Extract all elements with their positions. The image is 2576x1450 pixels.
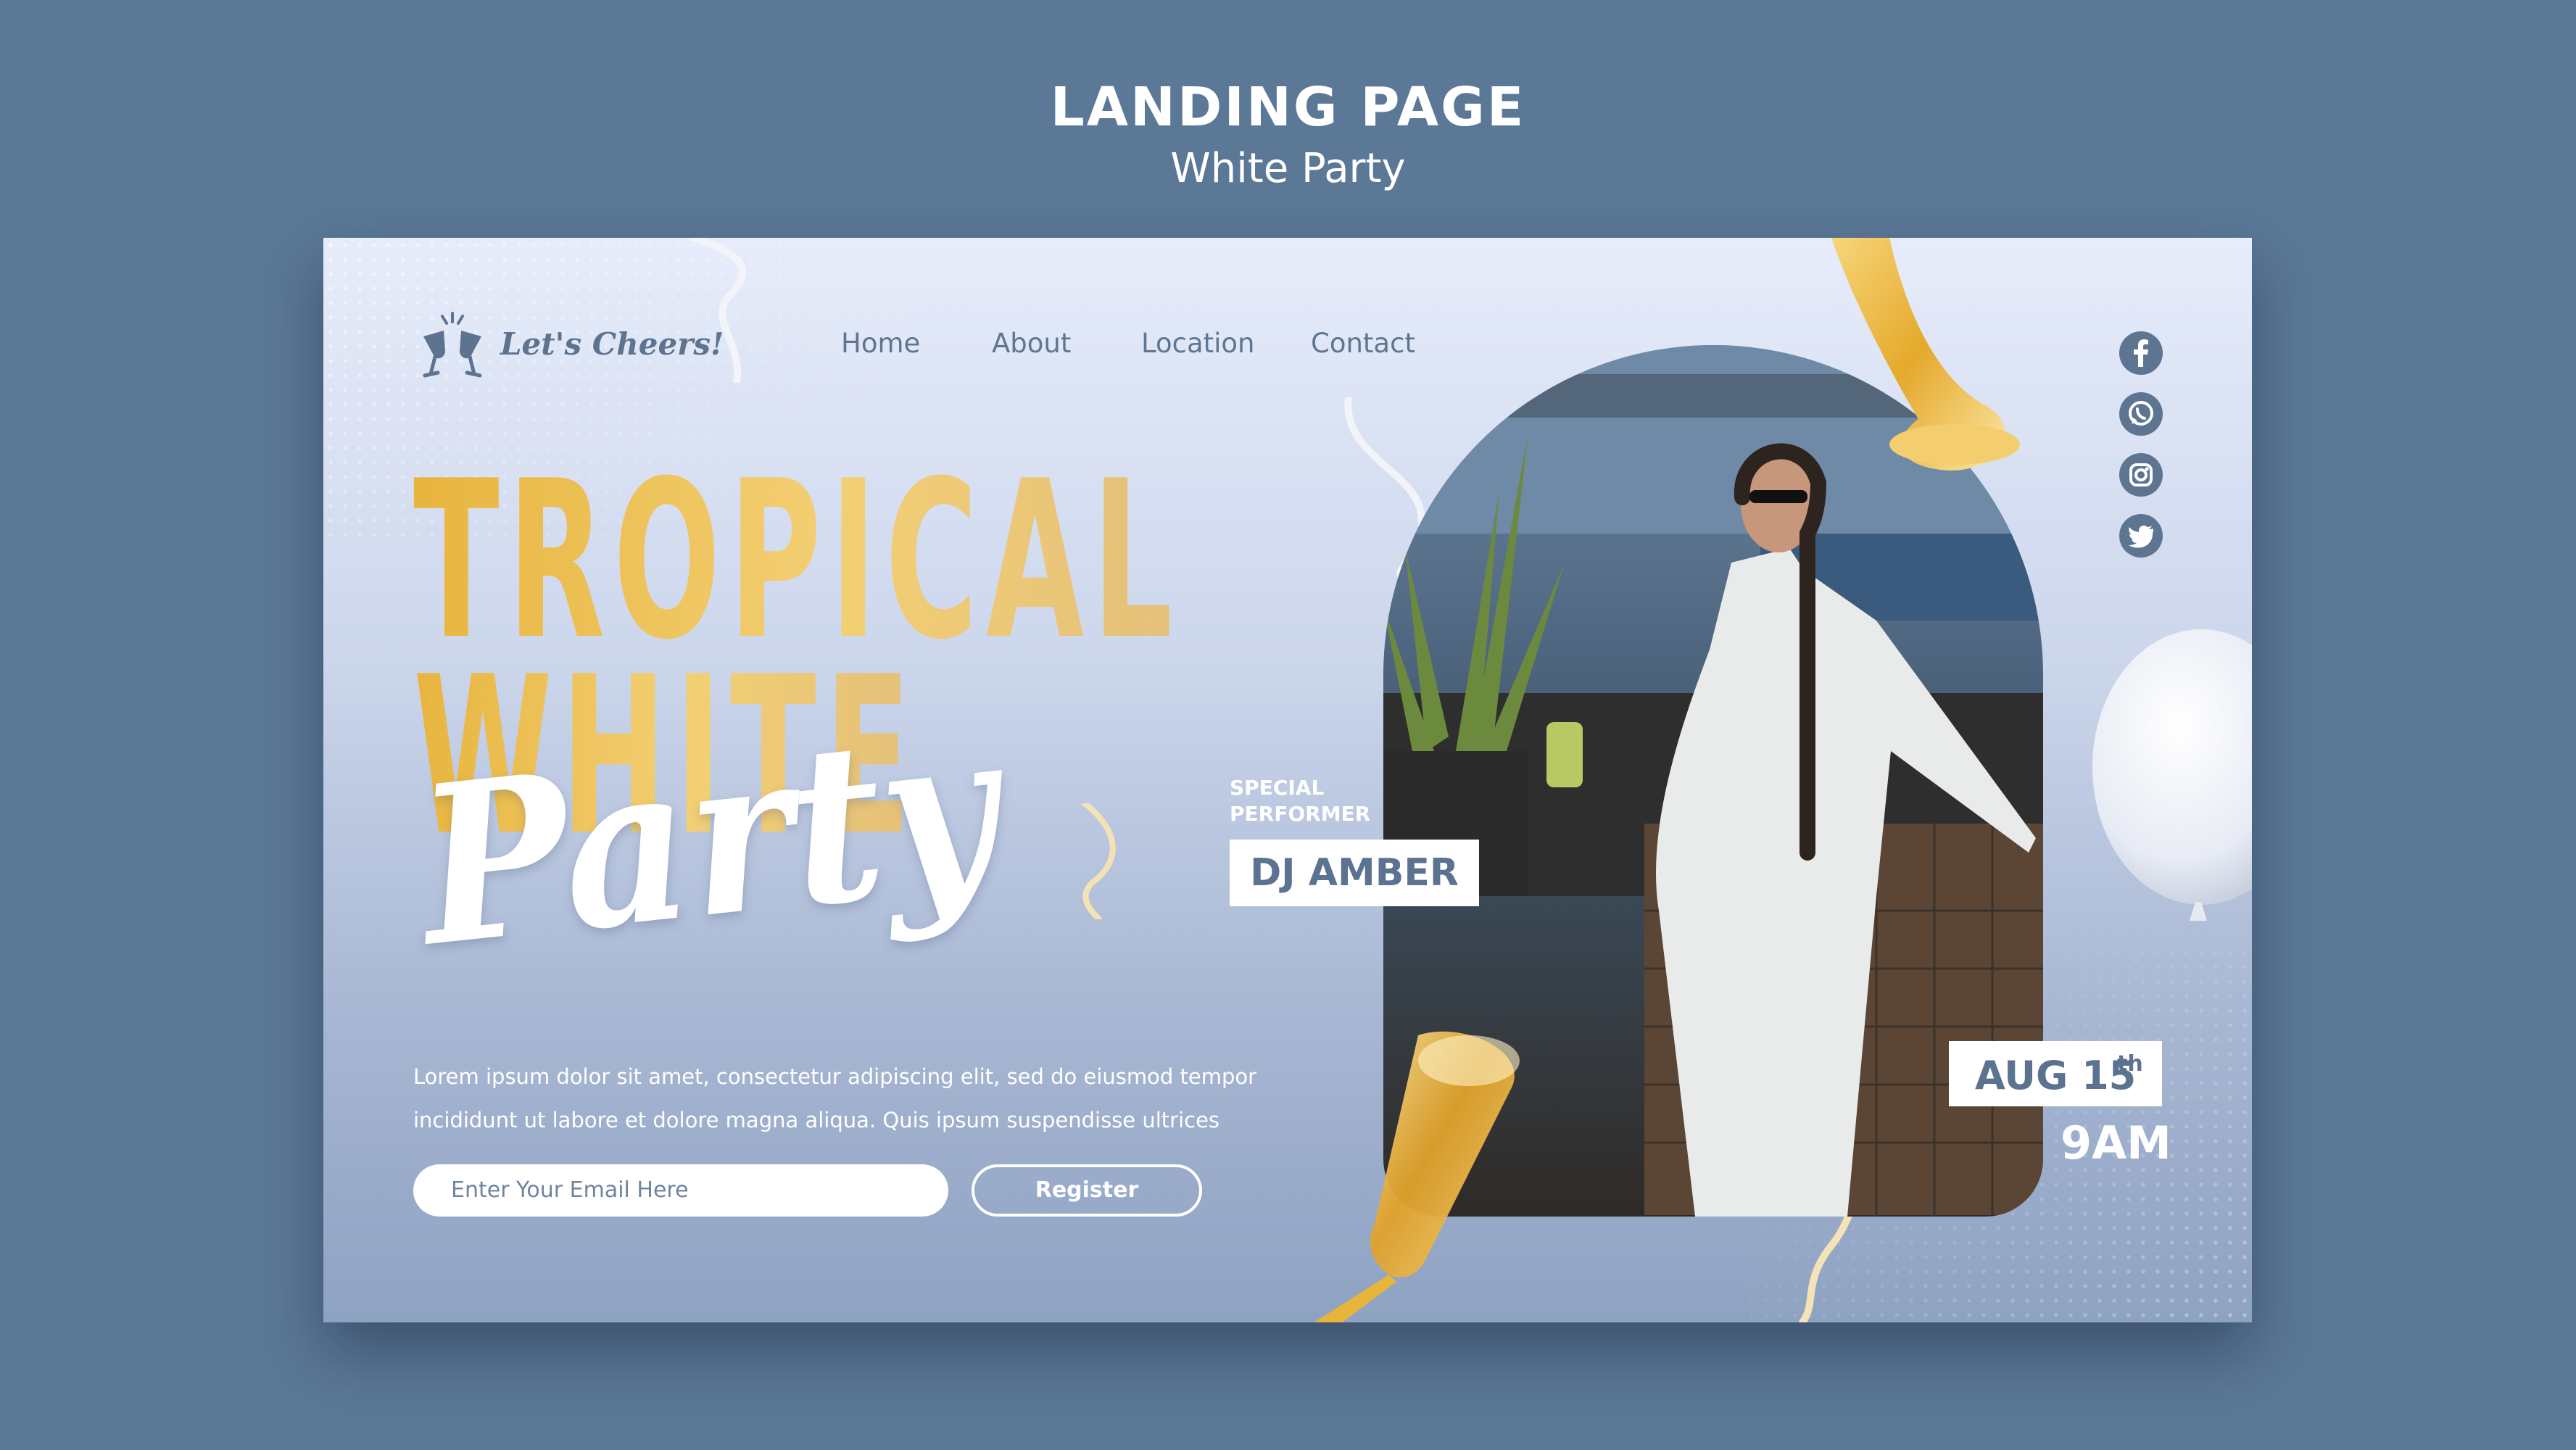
- performer-label-line2: PERFORMER: [1230, 802, 1371, 826]
- register-button[interactable]: Register: [972, 1164, 1202, 1217]
- email-placeholder: Enter Your Email Here: [451, 1177, 689, 1203]
- hero-title-script: Party: [408, 680, 1009, 995]
- performer-label-line1: SPECIAL: [1230, 776, 1325, 800]
- event-time: 9AM: [2061, 1116, 2171, 1169]
- gold-horn-decoration: [1831, 238, 2020, 471]
- logo[interactable]: Let's Cheers!: [415, 310, 724, 383]
- hero-description-line1: Lorem ipsum dolor sit amet, consectetur …: [413, 1064, 1257, 1089]
- champagne-glass-decoration: [1314, 1031, 1520, 1322]
- page-subheading: White Party: [1170, 145, 1406, 192]
- nav-home[interactable]: Home: [841, 328, 920, 359]
- performer-name-box: DJ AMBER: [1230, 840, 1479, 906]
- nav-location[interactable]: Location: [1141, 328, 1255, 359]
- facebook-icon[interactable]: [2119, 331, 2163, 376]
- ribbon-decoration: [1082, 803, 1116, 919]
- logo-text: Let's Cheers!: [500, 326, 724, 362]
- landing-page-card: Let's Cheers! Home About Location Contac…: [323, 238, 2252, 1322]
- whatsapp-icon[interactable]: [2119, 392, 2163, 436]
- event-date-suffix: th: [2117, 1051, 2143, 1077]
- event-date: AUG 15: [1975, 1053, 2137, 1098]
- hero-description-line2: incididunt ut labore et dolore magna ali…: [413, 1108, 1220, 1132]
- cheers-glasses-icon: [423, 312, 482, 378]
- nav-contact[interactable]: Contact: [1311, 328, 1415, 359]
- twitter-icon[interactable]: [2119, 513, 2163, 558]
- page-heading: LANDING PAGE: [1050, 76, 1526, 138]
- email-input[interactable]: Enter Your Email Here: [413, 1164, 948, 1217]
- instagram-icon[interactable]: [2119, 452, 2163, 497]
- event-date-box: AUG 15 th: [1949, 1041, 2162, 1106]
- balloon-decoration: [2092, 629, 2252, 921]
- performer-name: DJ AMBER: [1250, 851, 1459, 895]
- nav-about[interactable]: About: [992, 328, 1071, 359]
